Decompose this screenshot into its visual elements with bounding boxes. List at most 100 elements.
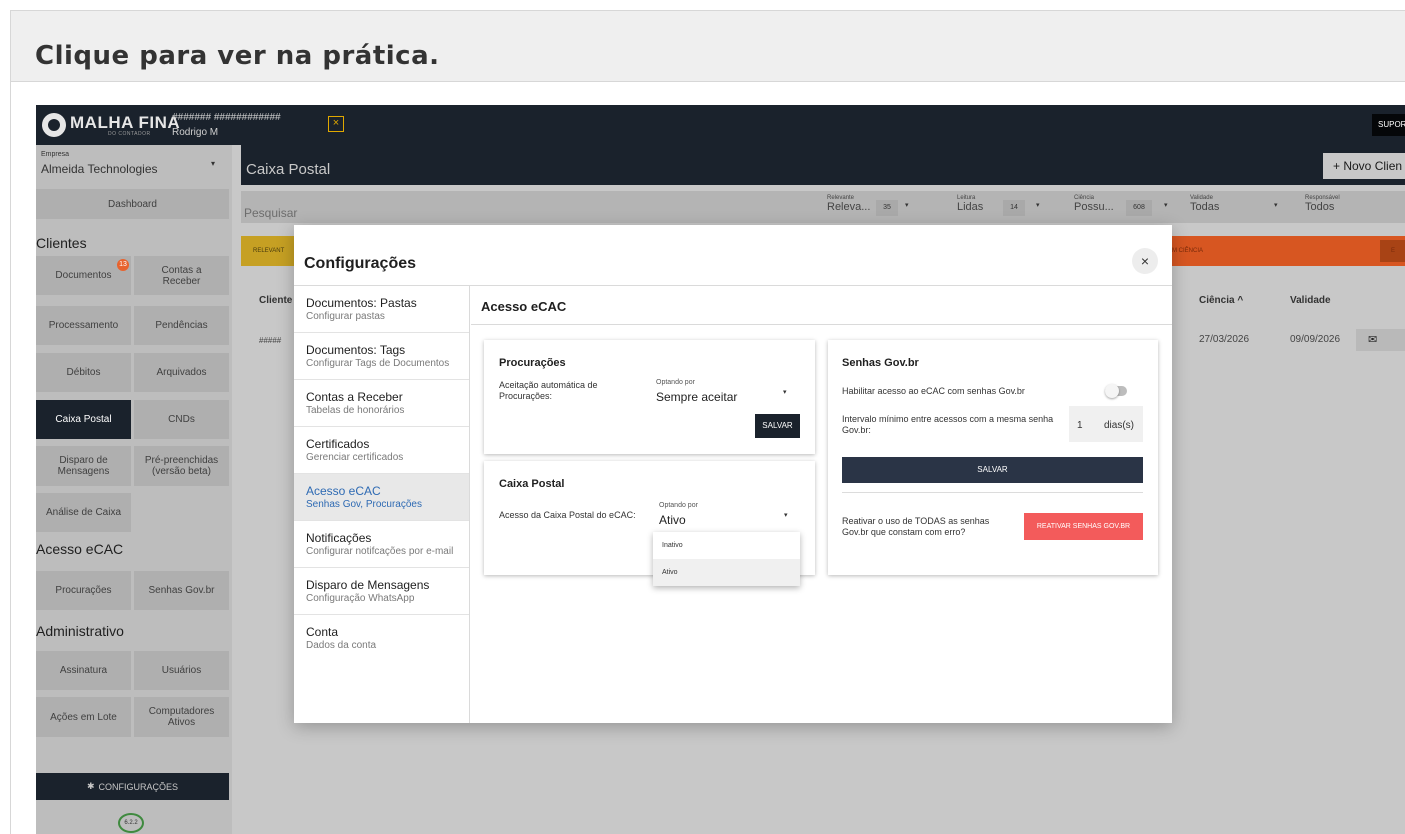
sidebar-item-pre-preenchidas[interactable]: Pré-preenchidas (versão beta): [134, 446, 229, 486]
settings-nav: Documentos: Pastas Configurar pastas Doc…: [294, 286, 470, 723]
nav-item-certificados[interactable]: Certificados Gerenciar certificados: [294, 427, 469, 474]
modal-title: Configurações: [304, 255, 417, 272]
reativar-senhas-button[interactable]: REATIVAR SENHAS GOV.BR: [1024, 513, 1143, 540]
select-value: Ativo: [659, 513, 686, 527]
nav-item-acesso-ecac[interactable]: Acesso eCAC Senhas Gov, Procurações: [294, 474, 469, 521]
chevron-down-icon: ▾: [1164, 202, 1168, 209]
nav-item-conta[interactable]: Conta Dados da conta: [294, 615, 469, 662]
search-filter-row: Pesquisar Relevante Releva... 35 ▾ Leitu…: [241, 191, 1405, 223]
main-title: Caixa Postal: [246, 161, 331, 178]
filter-relevante[interactable]: Relevante Releva... 35 ▾: [827, 195, 943, 219]
nav-item-contas-receber[interactable]: Contas a Receber Tabelas de honorários: [294, 380, 469, 427]
suporte-button[interactable]: SUPOR: [1372, 114, 1405, 136]
select-label: Optando por: [659, 502, 698, 509]
ciencia-band[interactable]: M CIÊNCIA: [1170, 236, 1405, 266]
select-value: Sempre aceitar: [656, 390, 738, 404]
filter-validade[interactable]: Validade Todas ▾: [1190, 195, 1300, 219]
configuracoes-button[interactable]: ✱ CONFIGURAÇÕES: [36, 773, 229, 800]
sidebar-item-procuracoes[interactable]: Procurações: [36, 571, 131, 610]
logo-subtitle: DO CONTADOR: [108, 131, 151, 137]
configuracoes-modal: Configurações × Documentos: Pastas Confi…: [294, 225, 1172, 723]
filter-ciencia[interactable]: Ciência Possu... 608 ▾: [1074, 195, 1194, 219]
select-label: Optando por: [656, 379, 695, 386]
govbr-toggle[interactable]: [1105, 384, 1127, 398]
senhas-divider: [842, 492, 1143, 493]
nav-item-disparo-mensagens[interactable]: Disparo de Mensagens Configuração WhatsA…: [294, 568, 469, 615]
user-name: Rodrigo M: [172, 127, 219, 138]
section-administrativo: Administrativo: [36, 623, 124, 639]
sidebar-item-caixa-postal[interactable]: Caixa Postal: [36, 400, 131, 439]
sidebar-item-label: Documentos: [55, 270, 112, 281]
sidebar-item-computadores[interactable]: Computadores Ativos: [134, 697, 229, 737]
relevant-band[interactable]: RELEVANT: [241, 236, 296, 266]
sidebar-item-processamento[interactable]: Processamento: [36, 306, 131, 345]
nav-item-subtitle: Configurar notifcações por e-mail: [306, 546, 454, 557]
nav-item-subtitle: Configurar Tags de Documentos: [306, 358, 450, 369]
filter-leitura[interactable]: Leitura Lidas 14 ▾: [957, 195, 1067, 219]
nav-item-subtitle: Dados da conta: [306, 640, 377, 651]
chevron-down-icon: ▾: [1274, 202, 1278, 209]
configuracoes-label: CONFIGURAÇÕES: [98, 781, 179, 792]
sidebar-item-acoes-lote[interactable]: Ações em Lote: [36, 697, 131, 737]
page-header: Clique para ver na prática.: [10, 10, 1405, 82]
row-ciencia: 27/03/2026: [1199, 334, 1250, 345]
mail-icon[interactable]: ✉: [1356, 329, 1405, 351]
nav-item-subtitle: Gerenciar certificados: [306, 452, 404, 463]
sidebar-item-dashboard[interactable]: Dashboard: [36, 189, 229, 219]
nav-item-documentos-tags[interactable]: Documentos: Tags Configurar Tags de Docu…: [294, 333, 469, 380]
sidebar-item-cnds[interactable]: CNDs: [134, 400, 229, 439]
section-clientes: Clientes: [36, 235, 87, 251]
content-divider: [471, 324, 1172, 325]
filter-count: 608: [1126, 200, 1152, 216]
filter-value: Todas: [1190, 201, 1220, 213]
procuracoes-label: Aceitação automática de Procurações:: [499, 380, 598, 401]
reativar-label: Reativar o uso de TODAS as senhas Gov.br…: [842, 516, 990, 537]
nav-item-notificacoes[interactable]: Notificações Configurar notifcações por …: [294, 521, 469, 568]
column-cliente[interactable]: Cliente: [259, 295, 292, 306]
nav-item-title: Conta: [306, 625, 339, 639]
page-title: Clique para ver na prática.: [35, 41, 440, 71]
sidebar-item-debitos[interactable]: Débitos: [36, 353, 131, 392]
senhas-save-button[interactable]: SALVAR: [842, 457, 1143, 483]
intervalo-days-input[interactable]: 1 dias(s): [1069, 406, 1143, 442]
filter-value: Todos: [1305, 201, 1335, 213]
empresa-select[interactable]: Empresa Almeida Technologies ▾: [36, 145, 232, 185]
dropdown-option-inativo[interactable]: Inativo: [653, 532, 800, 559]
sidebar-item-disparo[interactable]: Disparo de Mensagens: [36, 446, 131, 486]
logo-text: MALHA FINA: [70, 113, 181, 132]
toggle-knob: [1105, 384, 1119, 398]
nav-item-title: Documentos: Tags: [306, 343, 406, 357]
close-icon[interactable]: ×: [1132, 248, 1158, 274]
logo-icon: [42, 113, 66, 137]
novo-cliente-button[interactable]: + Novo Clien: [1323, 153, 1405, 179]
version-badge: 6.2.2: [118, 813, 144, 833]
caixa-postal-select[interactable]: Optando por Ativo ▾: [653, 499, 801, 531]
nav-item-subtitle: Tabelas de honorários: [306, 405, 405, 416]
empresa-label: Empresa: [41, 151, 70, 158]
intervalo-label: Intervalo mínimo entre acessos com a mes…: [842, 414, 1054, 435]
column-validade[interactable]: Validade: [1290, 295, 1331, 306]
sidebar-item-pendencias[interactable]: Pendências: [134, 306, 229, 345]
gear-icon: ✱: [86, 781, 95, 791]
days-unit: dias(s): [1104, 420, 1135, 431]
sidebar-item-senhas[interactable]: Senhas Gov.br: [134, 571, 229, 610]
close-icon[interactable]: ×: [328, 116, 344, 132]
nav-item-subtitle: Configurar pastas: [306, 311, 385, 322]
filter-responsavel[interactable]: Responsável Todos: [1305, 195, 1405, 219]
sidebar-item-assinatura[interactable]: Assinatura: [36, 651, 131, 690]
habilitar-label: Habilitar acesso ao eCAC com senhas Gov.…: [842, 386, 1025, 396]
search-input[interactable]: Pesquisar: [244, 206, 297, 220]
sidebar-item-usuarios[interactable]: Usuários: [134, 651, 229, 690]
ciencia-band-button[interactable]: E: [1380, 240, 1405, 262]
filter-count: 35: [876, 200, 898, 216]
sidebar-item-contas[interactable]: Contas a Receber: [134, 256, 229, 295]
days-value: 1: [1077, 420, 1083, 431]
procuracoes-save-button[interactable]: SALVAR: [755, 414, 800, 438]
sidebar-item-arquivados[interactable]: Arquivados: [134, 353, 229, 392]
sidebar-item-analise[interactable]: Análise de Caixa: [36, 493, 131, 532]
company-id: ####### ############: [172, 112, 281, 123]
procuracoes-select[interactable]: Optando por Sempre aceitar ▾: [650, 376, 798, 408]
column-ciencia[interactable]: Ciência ^: [1199, 295, 1243, 306]
nav-item-documentos-pastas[interactable]: Documentos: Pastas Configurar pastas: [294, 286, 469, 333]
dropdown-option-ativo[interactable]: Ativo: [653, 559, 800, 586]
